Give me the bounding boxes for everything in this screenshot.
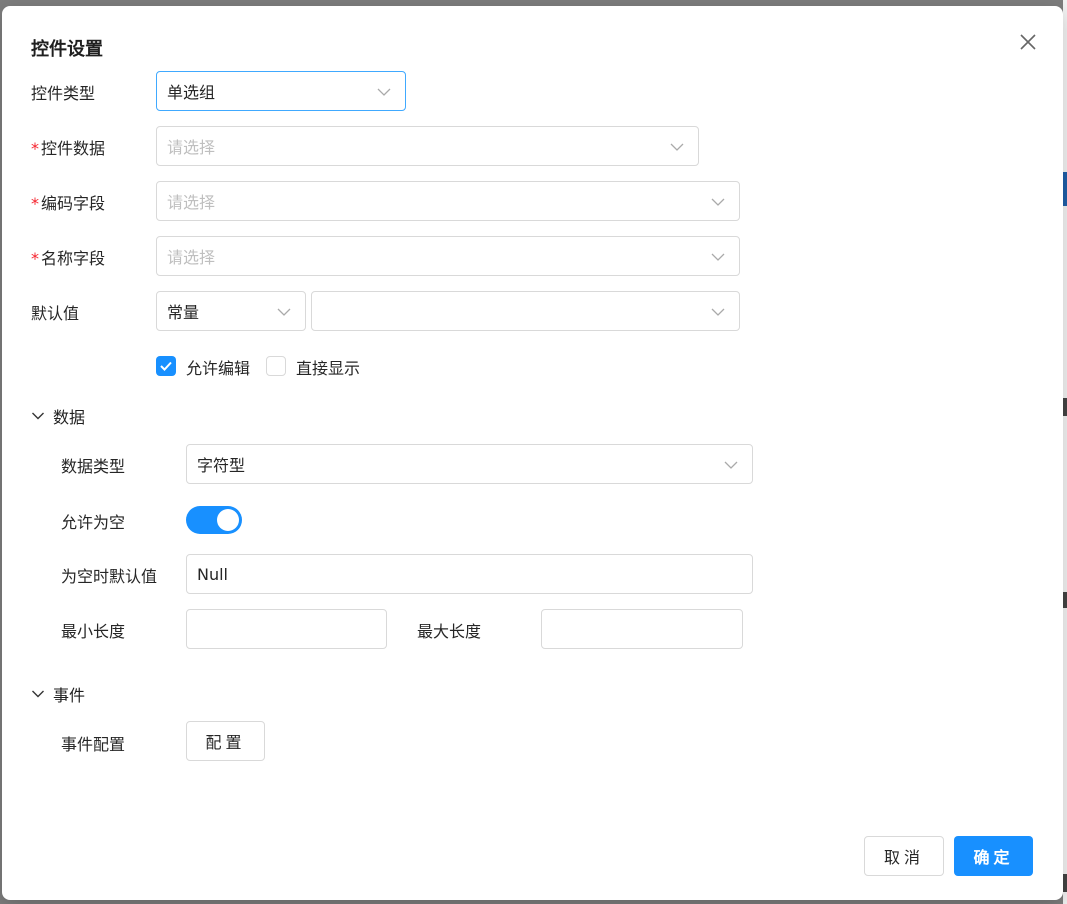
background-element <box>1063 874 1067 892</box>
default-value-mode-select[interactable]: 常量 <box>156 291 306 331</box>
event-config-button[interactable]: 配置 <box>186 721 265 761</box>
allow-null-switch[interactable] <box>186 506 242 534</box>
control-data-placeholder: 请选择 <box>167 138 216 157</box>
chevron-down-icon <box>670 143 684 151</box>
background-page-edge <box>1063 0 1067 904</box>
background-element <box>1063 172 1067 206</box>
required-mark: * <box>31 194 39 213</box>
code-field-placeholder: 请选择 <box>167 193 216 212</box>
max-length-input[interactable] <box>541 609 743 649</box>
default-value-select[interactable] <box>311 291 740 331</box>
chevron-down-icon <box>277 308 291 316</box>
required-mark: * <box>31 249 39 268</box>
control-data-select[interactable]: 请选择 <box>156 126 699 166</box>
null-default-input[interactable]: Null <box>186 554 753 594</box>
name-field-placeholder: 请选择 <box>167 248 216 267</box>
data-section-header[interactable]: 数据 <box>31 404 85 428</box>
required-mark: * <box>31 139 39 158</box>
chevron-down-icon <box>32 412 44 420</box>
event-config-label: 事件配置 <box>61 735 126 754</box>
min-length-label: 最小长度 <box>61 622 126 641</box>
background-element <box>1063 592 1067 608</box>
chevron-down-icon <box>711 308 725 316</box>
chevron-down-icon <box>377 88 391 96</box>
code-field-label: * 编码字段 <box>31 194 106 213</box>
control-settings-dialog: 控件设置 控件类型 单选组 * 控件数据 请选择 * 编码字段 请选择 * 名称字段 … <box>2 6 1063 900</box>
event-section-header[interactable]: 事件 <box>31 682 85 706</box>
direct-display-checkbox[interactable] <box>266 356 286 376</box>
close-icon[interactable] <box>1016 30 1040 54</box>
allow-edit-checkbox[interactable] <box>156 356 176 376</box>
control-type-select[interactable]: 单选组 <box>156 71 406 111</box>
data-section-title: 数据 <box>53 408 86 427</box>
data-type-value: 字符型 <box>197 456 246 475</box>
chevron-down-icon <box>711 253 725 261</box>
dialog-title: 控件设置 <box>31 39 103 60</box>
default-value-mode: 常量 <box>167 303 200 322</box>
chevron-down-icon <box>711 198 725 206</box>
data-type-select[interactable]: 字符型 <box>186 444 753 484</box>
allow-edit-label[interactable]: 允许编辑 <box>186 355 250 379</box>
control-type-value: 单选组 <box>167 83 216 102</box>
direct-display-label[interactable]: 直接显示 <box>296 355 360 379</box>
code-field-select[interactable]: 请选择 <box>156 181 740 221</box>
max-length-label: 最大长度 <box>417 622 482 641</box>
null-default-label: 为空时默认值 <box>61 567 158 586</box>
null-default-value: Null <box>197 564 228 584</box>
data-type-label: 数据类型 <box>61 457 126 476</box>
cancel-button[interactable]: 取消 <box>864 836 944 876</box>
ok-button[interactable]: 确定 <box>954 836 1033 876</box>
switch-knob <box>217 509 239 531</box>
chevron-down-icon <box>724 461 738 469</box>
control-data-label: * 控件数据 <box>31 139 106 158</box>
background-element <box>1063 398 1067 416</box>
min-length-input[interactable] <box>186 609 387 649</box>
name-field-select[interactable]: 请选择 <box>156 236 740 276</box>
allow-null-label: 允许为空 <box>61 513 126 532</box>
event-section-title: 事件 <box>53 686 86 705</box>
default-value-label: 默认值 <box>31 304 80 323</box>
name-field-label: * 名称字段 <box>31 249 106 268</box>
chevron-down-icon <box>32 690 44 698</box>
check-icon <box>160 361 172 371</box>
control-type-label: 控件类型 <box>31 84 96 103</box>
